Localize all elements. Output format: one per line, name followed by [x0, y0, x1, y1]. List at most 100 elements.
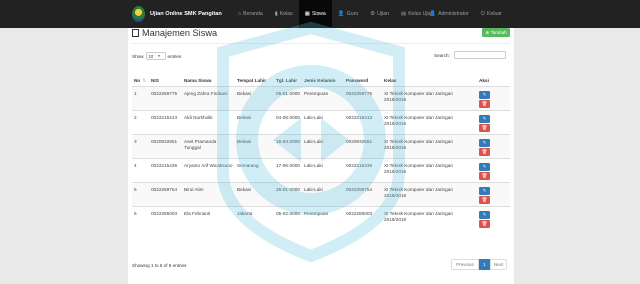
nav-item-kelas[interactable]: ▮ Kelas	[269, 0, 299, 28]
cell-jk: Laki-Laki	[302, 157, 344, 182]
cell-nama: Birul Alim	[182, 181, 235, 206]
header-label: Nama Siswa	[184, 78, 212, 84]
cell-kelas: XI Teknik Komputer dan Jaringan 2018/201…	[382, 85, 477, 110]
col-header-tgl[interactable]: Tgl. Lahir	[274, 66, 302, 87]
cell-aksi: ✎ 🗑	[477, 181, 510, 206]
nav-item-ujian[interactable]: ⚙ Ujian	[364, 0, 395, 28]
nav-item-beranda[interactable]: ⌂ Beranda	[232, 0, 269, 28]
cell-jk: Laki-Laki	[302, 109, 344, 134]
edit-button[interactable]: ✎	[479, 114, 490, 123]
plus-circle-icon: ⊕	[485, 29, 490, 35]
delete-button[interactable]: 🗑	[479, 123, 490, 132]
nav-right: 👤 Administrator ⏻ Keluar	[423, 0, 508, 28]
cell-password: 0022285003	[344, 205, 382, 230]
delete-button[interactable]: 🗑	[479, 99, 490, 108]
col-header-kelas[interactable]: Kelas	[382, 66, 477, 87]
edit-button[interactable]: ✎	[479, 186, 490, 195]
cell-no: 6	[132, 205, 149, 230]
nav-menu: ⌂ Beranda ▮ Kelas ▦ Siswa 👤 Guru ⚙ Ujian ▤ Kel…	[232, 0, 441, 28]
nav-item-administrator[interactable]: 👤 Administrator	[423, 0, 474, 28]
header-label: Tgl. Lahir	[276, 78, 298, 84]
cell-tgl: 17-06-2000	[274, 157, 302, 182]
search-input[interactable]	[453, 51, 506, 59]
cell-tempat: Jakarta	[235, 205, 274, 230]
main-container: Manajemen Siswa ⊕ Tambah Show 10 ▾ entrie…	[128, 28, 514, 284]
header-label: Kelas	[384, 78, 397, 84]
cell-password: 0022259754	[344, 181, 382, 206]
nav-label: Siswa	[311, 11, 326, 17]
list-alt-icon	[132, 29, 139, 37]
nav-label: Keluar	[487, 11, 502, 17]
delete-button[interactable]: 🗑	[479, 195, 490, 204]
cell-password: 0020932651	[344, 133, 382, 158]
trash-icon: 🗑	[481, 220, 488, 226]
col-header-nis[interactable]: NIS	[149, 66, 182, 87]
entries-select[interactable]: 10 ▾	[145, 52, 166, 60]
table-row: 4 0022215436 Aryanto Arif Wicaksono Sema…	[132, 157, 510, 182]
students-table: No ⇅ NIS Nama Siswa Tempat Lahir Tgl. Lah…	[132, 66, 510, 230]
pagination-previous[interactable]: Previous	[451, 259, 479, 270]
pagination-page-1[interactable]: 1	[479, 259, 490, 270]
pencil-icon: ✎	[482, 91, 487, 97]
pagination-next[interactable]: Next	[490, 259, 507, 270]
cell-tgl: 04-05-2000	[274, 109, 302, 134]
trash-icon: 🗑	[481, 196, 488, 202]
col-header-aksi: Aksi	[477, 66, 510, 87]
entries-length-control: Show 10 ▾ entries	[132, 52, 181, 60]
trash-icon: 🗑	[481, 100, 488, 106]
entries-label: entries	[167, 53, 182, 59]
cell-password: 0022215413	[344, 109, 382, 134]
nav-item-keluar[interactable]: ⏻ Keluar	[475, 0, 508, 28]
add-student-button[interactable]: ⊕ Tambah	[482, 28, 510, 37]
nav-item-siswa[interactable]: ▦ Siswa	[298, 0, 332, 28]
col-header-jk[interactable]: Jenis Kelamin	[302, 66, 344, 87]
delete-button[interactable]: 🗑	[479, 171, 490, 180]
table-row: 2 0022215413 Aldi Nurkholik Bekasi 04-05…	[132, 109, 510, 134]
cell-kelas: XI Teknik Komputer dan Jaringan 2018/201…	[382, 109, 477, 134]
pencil-icon: ✎	[482, 115, 487, 121]
col-header-password[interactable]: Password	[344, 66, 382, 87]
cell-password: 0022259775	[344, 85, 382, 110]
school-logo-icon	[132, 6, 145, 22]
cell-nama: Aldi Nurkholik	[182, 109, 235, 134]
nav-label: Kelas	[279, 11, 293, 17]
col-header-nama[interactable]: Nama Siswa	[182, 66, 235, 87]
cell-nis: 0022259754	[149, 181, 182, 206]
header-label: Password	[346, 78, 369, 84]
cell-tempat: Semarang	[235, 157, 274, 182]
cell-nis: 0022215413	[149, 109, 182, 134]
cell-password: 0022215436	[344, 157, 382, 182]
header-label: No	[134, 78, 141, 84]
cell-tgl: 05-01-2000	[274, 85, 302, 110]
cell-no: 2	[132, 109, 149, 134]
pencil-icon: ✎	[482, 211, 487, 217]
cell-aksi: ✎ 🗑	[477, 109, 510, 134]
table-row: 1 0022259775 Ajeng Zahra Firdausi Bekasi…	[132, 85, 510, 110]
cell-aksi: ✎ 🗑	[477, 157, 510, 182]
table-icon: ▦	[304, 11, 310, 17]
cell-tempat: Bekasi	[235, 85, 274, 110]
delete-button[interactable]: 🗑	[479, 219, 490, 228]
trash-icon: 🗑	[481, 148, 488, 154]
edit-button[interactable]: ✎	[479, 210, 490, 219]
col-header-tempat[interactable]: Tempat Lahir	[235, 66, 274, 87]
cell-jk: Laki-Laki	[302, 181, 344, 206]
edit-button[interactable]: ✎	[479, 138, 490, 147]
col-header-no[interactable]: No ⇅	[132, 66, 149, 87]
edit-button[interactable]: ✎	[479, 90, 490, 99]
brand-title: Ujian Online SMK Pangitan	[150, 11, 222, 17]
cell-jk: Laki-Laki	[302, 133, 344, 158]
cell-nis: 0022259775	[149, 85, 182, 110]
edit-button[interactable]: ✎	[479, 162, 490, 171]
cell-kelas: XI Teknik Komputer dan Jaringan 2018/201…	[382, 181, 477, 206]
cell-nama: Ela Febrianti	[182, 205, 235, 230]
pencil-icon: ✎	[482, 139, 487, 145]
delete-button[interactable]: 🗑	[479, 147, 490, 156]
brand[interactable]: Ujian Online SMK Pangitan	[132, 6, 222, 22]
nav-label: Administrator	[438, 11, 469, 17]
cell-jk: Perempuan	[302, 85, 344, 110]
cell-kelas: XI Teknik Komputer dan Jaringan 2018/201…	[382, 133, 477, 158]
cell-nama: Aryanto Arif Wicaksono	[182, 157, 235, 182]
nav-item-guru[interactable]: 👤 Guru	[332, 0, 364, 28]
cell-nama: Aset Pramanda Tunggal	[182, 133, 235, 158]
